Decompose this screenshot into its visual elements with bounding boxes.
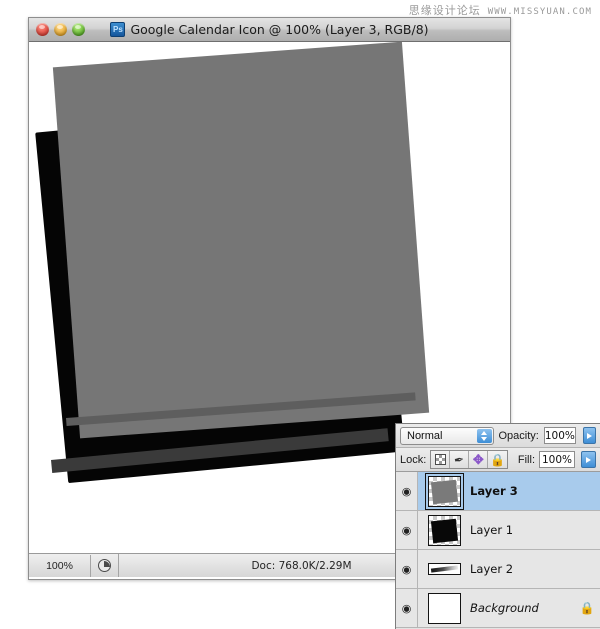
fill-label: Fill: <box>517 453 535 466</box>
zoom-level-field[interactable]: 100% <box>29 554 91 577</box>
layer-lock-cell: 🔒 <box>574 602 600 614</box>
layer-visibility-toggle[interactable]: ◉ <box>396 550 418 588</box>
opacity-slider-button[interactable] <box>582 427 596 444</box>
layer-thumbnail <box>427 514 461 546</box>
layer-visibility-toggle[interactable]: ◉ <box>396 589 418 627</box>
minimize-button[interactable] <box>54 23 67 36</box>
layer-row[interactable]: ◉ Layer 2 <box>396 550 600 589</box>
layer-visibility-toggle[interactable]: ◉ <box>396 511 418 549</box>
chevron-down-icon <box>481 436 487 441</box>
eye-icon: ◉ <box>401 563 412 576</box>
watermark-chinese-text: 思缘设计论坛 <box>408 4 481 17</box>
layer-thumbnail <box>424 472 464 510</box>
blend-mode-value: Normal <box>407 429 443 442</box>
layer-thumbnail <box>427 563 461 575</box>
layer-row[interactable]: ◉ Background 🔒 <box>396 589 600 628</box>
eye-icon: ◉ <box>401 485 412 498</box>
layer-row[interactable]: ◉ Layer 1 <box>396 511 600 550</box>
padlock-icon: 🔒 <box>579 601 595 615</box>
brush-icon: ✒ <box>453 451 466 468</box>
artwork-gray-card <box>52 42 430 439</box>
lock-transparent-pixels-button[interactable] <box>431 451 451 468</box>
lock-row: Lock: ✒ ✥ 🔒 Fill: 100% <box>396 448 600 472</box>
layer-name-label: Layer 2 <box>470 562 514 576</box>
layers-panel: Normal Opacity: 100% Lock: ✒ ✥ 🔒 Fill: 1… <box>395 423 600 629</box>
checkerboard-icon <box>434 454 446 465</box>
blend-mode-row: Normal Opacity: 100% <box>396 424 600 448</box>
lock-position-button[interactable]: ✥ <box>469 451 489 468</box>
layer-thumbnail-cell[interactable] <box>418 514 470 546</box>
status-timing-cell[interactable] <box>91 554 119 577</box>
opacity-label: Opacity: <box>498 429 539 442</box>
lock-all-button[interactable]: 🔒 <box>488 451 508 468</box>
move-cross-icon: ✥ <box>472 452 484 467</box>
opacity-input[interactable]: 100% <box>543 427 576 444</box>
blend-mode-select[interactable]: Normal <box>400 426 494 445</box>
layer-thumbnail-cell[interactable] <box>418 472 470 510</box>
photoshop-icon: Ps <box>110 22 126 37</box>
window-title-group: Ps Google Calendar Icon @ 100% (Layer 3,… <box>110 22 429 37</box>
layer-thumbnail <box>427 592 461 624</box>
screenshot-root: 思缘设计论坛 WWW.MISSYUAN.COM Ps Google Calend… <box>0 0 600 629</box>
pie-chart-icon <box>98 559 111 572</box>
window-title: Google Calendar Icon @ 100% (Layer 3, RG… <box>130 22 429 37</box>
thumbnail-shape <box>430 518 458 543</box>
thumbnail-shape <box>430 565 458 573</box>
close-button[interactable] <box>36 23 49 36</box>
chevron-updown-icon[interactable] <box>476 428 492 443</box>
layer-name-label: Layer 3 <box>470 484 518 498</box>
layer-name-label: Layer 1 <box>470 523 514 537</box>
thumbnail-shape <box>430 479 458 504</box>
layer-name-label: Background <box>470 601 539 615</box>
lock-image-pixels-button[interactable]: ✒ <box>450 451 470 468</box>
layer-visibility-toggle[interactable]: ◉ <box>396 472 418 510</box>
fill-slider-button[interactable] <box>581 451 596 468</box>
layer-row[interactable]: ◉ Layer 3 <box>396 472 600 511</box>
layer-thumbnail-cell[interactable] <box>418 563 470 575</box>
fill-input[interactable]: 100% <box>539 451 575 468</box>
zoom-button[interactable] <box>72 23 85 36</box>
lock-label: Lock: <box>400 453 427 466</box>
triangle-right-icon <box>586 432 592 439</box>
padlock-icon: 🔒 <box>490 452 506 467</box>
watermark: 思缘设计论坛 WWW.MISSYUAN.COM <box>409 2 592 18</box>
eye-icon: ◉ <box>401 602 412 615</box>
eye-icon: ◉ <box>401 524 412 537</box>
watermark-url-text: WWW.MISSYUAN.COM <box>487 7 592 17</box>
window-titlebar[interactable]: Ps Google Calendar Icon @ 100% (Layer 3,… <box>29 18 510 42</box>
chevron-up-icon <box>481 430 487 435</box>
lock-button-group: ✒ ✥ 🔒 <box>430 450 509 469</box>
window-controls <box>36 23 85 36</box>
layer-thumbnail-cell[interactable] <box>418 592 470 624</box>
triangle-right-icon <box>586 456 591 463</box>
